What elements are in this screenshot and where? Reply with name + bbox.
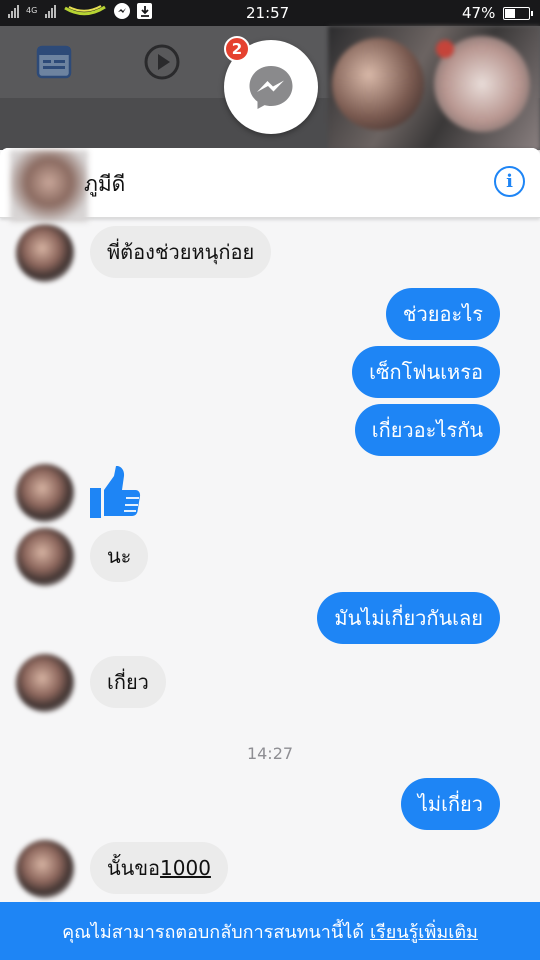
message-bubble-outgoing[interactable]: เกี่ยวอะไรกัน — [354, 404, 500, 456]
contact-avatar[interactable] — [16, 464, 74, 522]
message-bubble-incoming[interactable]: พี่ต้องช่วยหนุก่อย — [90, 226, 272, 278]
contact-avatar[interactable] — [16, 224, 74, 282]
contact-avatar[interactable] — [16, 840, 74, 898]
network-type-label: 4G — [26, 6, 38, 15]
messenger-icon — [249, 66, 293, 109]
status-icons: 4G — [8, 3, 152, 19]
message-text: นั้นขอ — [107, 856, 161, 880]
video-icon — [142, 42, 182, 82]
message-bubble-incoming[interactable]: นั้นขอ1000 — [90, 842, 228, 894]
contact-avatar[interactable] — [10, 150, 88, 222]
signal-icon — [8, 4, 19, 18]
download-icon — [137, 3, 152, 19]
news-feed-icon — [34, 42, 74, 82]
cannot-reply-banner: คุณไม่สามารถตอบกลับการสนทนานี้ได้ เรียนร… — [0, 902, 540, 960]
contact-avatar[interactable] — [16, 528, 74, 586]
info-icon[interactable]: i — [494, 166, 525, 197]
signal-icon-2 — [45, 4, 56, 18]
message-timestamp: 14:27 — [246, 744, 294, 763]
messenger-notification-icon — [114, 3, 130, 19]
battery-fill — [505, 9, 516, 18]
clock: 21:57 — [246, 4, 290, 22]
chat-panel: ภูมีดี i — [0, 148, 540, 960]
battery-icon — [503, 7, 533, 20]
learn-more-link[interactable]: เรียนรู้เพิ่มเติม — [370, 917, 478, 946]
background-photos — [328, 26, 540, 150]
thumbs-up-icon[interactable] — [88, 464, 142, 520]
message-bubble-outgoing[interactable]: ไม่เกี่ยว — [400, 778, 500, 830]
message-bubble-incoming[interactable]: เกี่ยว — [90, 656, 166, 708]
carrier-logo-icon — [64, 5, 106, 16]
chat-header: ภูมีดี i — [0, 148, 540, 222]
message-bubble-outgoing[interactable]: ช่วยอะไร — [385, 288, 500, 340]
battery-percent: 47% — [462, 4, 496, 22]
message-bubble-outgoing[interactable]: มันไม่เกี่ยวกันเลย — [317, 592, 500, 644]
status-bar: 4G 21:57 47% — [0, 0, 540, 26]
contact-name[interactable]: ภูมีดี — [84, 168, 125, 201]
message-bubble-outgoing[interactable]: เซ็กโฟนเหรอ — [352, 346, 500, 398]
contact-avatar[interactable] — [16, 654, 74, 712]
message-number-link[interactable]: 1000 — [160, 856, 211, 880]
cannot-reply-notice: คุณไม่สามารถตอบกลับการสนทนานี้ได้ — [62, 921, 364, 943]
chat-head-badge: 2 — [224, 36, 250, 62]
message-bubble-incoming[interactable]: นะ — [90, 530, 149, 582]
